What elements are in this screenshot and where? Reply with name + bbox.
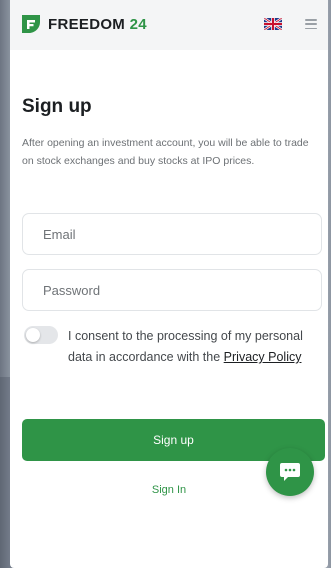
- chat-button[interactable]: [266, 448, 314, 496]
- hamburger-menu-icon[interactable]: [305, 19, 317, 29]
- page-title: Sign up: [22, 96, 92, 117]
- consent-toggle[interactable]: [24, 326, 58, 344]
- page-description: After opening an investment account, you…: [22, 137, 309, 167]
- password-input[interactable]: [23, 270, 321, 310]
- chat-icon: [280, 463, 300, 481]
- uk-flag-icon[interactable]: [264, 18, 282, 30]
- header: FREEDOM 24: [10, 0, 328, 50]
- brand-name: FREEDOM 24: [48, 15, 147, 33]
- brand-logo[interactable]: FREEDOM 24: [20, 10, 147, 38]
- email-field[interactable]: [22, 213, 322, 255]
- signup-page: FREEDOM 24 Sign up After opening an inve…: [10, 0, 328, 568]
- consent-text: I consent to the processing of my person…: [68, 329, 303, 364]
- toggle-knob: [26, 328, 40, 342]
- email-input[interactable]: [23, 214, 321, 254]
- freedom-logo-icon: [22, 15, 40, 33]
- privacy-policy-link[interactable]: Privacy Policy: [224, 350, 302, 364]
- password-field[interactable]: [22, 269, 322, 311]
